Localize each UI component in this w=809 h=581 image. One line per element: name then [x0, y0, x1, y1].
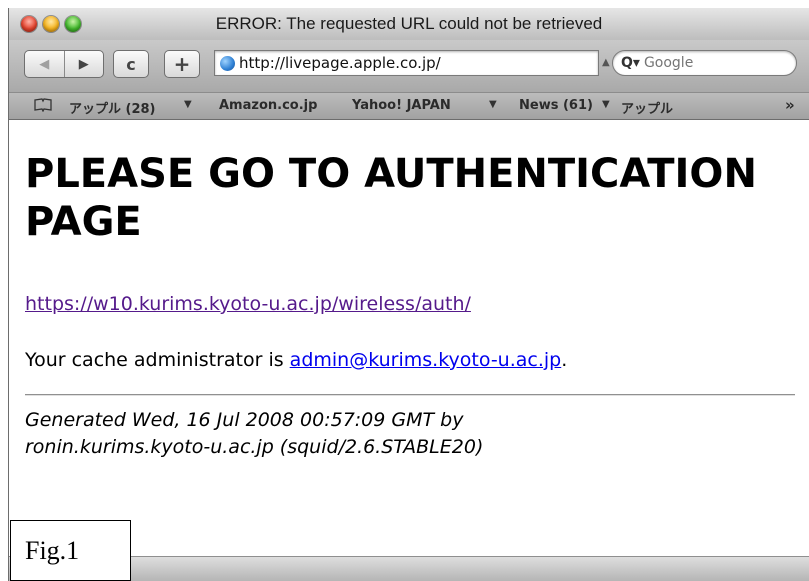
chevron-down-icon: ▼ [489, 99, 497, 110]
add-bookmark-button[interactable]: + [164, 50, 200, 78]
search-field[interactable]: Q▾ [612, 50, 797, 76]
zoom-window-button[interactable] [65, 16, 81, 32]
back-button[interactable]: ◀ [25, 51, 65, 77]
bookmark-yahoo[interactable]: Yahoo! JAPAN [352, 98, 451, 113]
page-content: PLEASE GO TO AUTHENTICATION PAGE https:/… [9, 120, 809, 581]
search-icon[interactable]: Q▾ [621, 55, 640, 71]
search-input[interactable] [643, 55, 774, 71]
divider [25, 394, 795, 396]
close-window-button[interactable] [21, 16, 37, 32]
browser-window: ERROR: The requested URL could not be re… [8, 8, 809, 581]
cache-admin-period: . [561, 349, 568, 371]
url-input[interactable] [239, 54, 589, 72]
chevron-down-icon: ▼ [602, 99, 610, 110]
cache-admin-label: Your cache administrator is [25, 349, 290, 371]
cache-admin-line: Your cache administrator is admin@kurims… [25, 349, 567, 371]
bookmarks-book-icon[interactable] [33, 98, 53, 112]
back-forward-buttons: ◀ ▶ [24, 50, 104, 78]
chevron-down-icon: ▼ [184, 99, 192, 110]
bookmark-amazon[interactable]: Amazon.co.jp [219, 98, 317, 113]
bookmark-apple[interactable]: アップル [621, 98, 673, 117]
address-bar[interactable] [214, 50, 599, 76]
title-bar: ERROR: The requested URL could not be re… [9, 8, 809, 40]
window-title: ERROR: The requested URL could not be re… [215, 14, 603, 33]
reload-button[interactable]: c [113, 50, 149, 78]
generated-footer: Generated Wed, 16 Jul 2008 00:57:09 GMT … [25, 409, 484, 458]
bookmark-apple-folder[interactable]: アップル (28) [69, 98, 156, 117]
globe-icon [220, 55, 235, 71]
bookmark-news-folder[interactable]: News (61) [519, 98, 593, 113]
admin-email-link[interactable]: admin@kurims.kyoto-u.ac.jp [290, 349, 562, 371]
auth-page-link[interactable]: https://w10.kurims.kyoto-u.ac.jp/wireles… [25, 293, 471, 315]
page-heading: PLEASE GO TO AUTHENTICATION PAGE [25, 151, 757, 245]
minimize-window-button[interactable] [43, 16, 59, 32]
figure-label: Fig.1 [10, 520, 131, 581]
toolbar: ◀ ▶ c + ▲ Q▾ [9, 40, 809, 92]
forward-button[interactable]: ▶ [65, 51, 104, 77]
url-history-dropdown[interactable]: ▲ [602, 57, 610, 68]
bookmarks-bar: アップル (28) ▼ Amazon.co.jp Yahoo! JAPAN ▼ … [9, 92, 809, 120]
bookmarks-overflow-button[interactable]: » [785, 96, 795, 114]
